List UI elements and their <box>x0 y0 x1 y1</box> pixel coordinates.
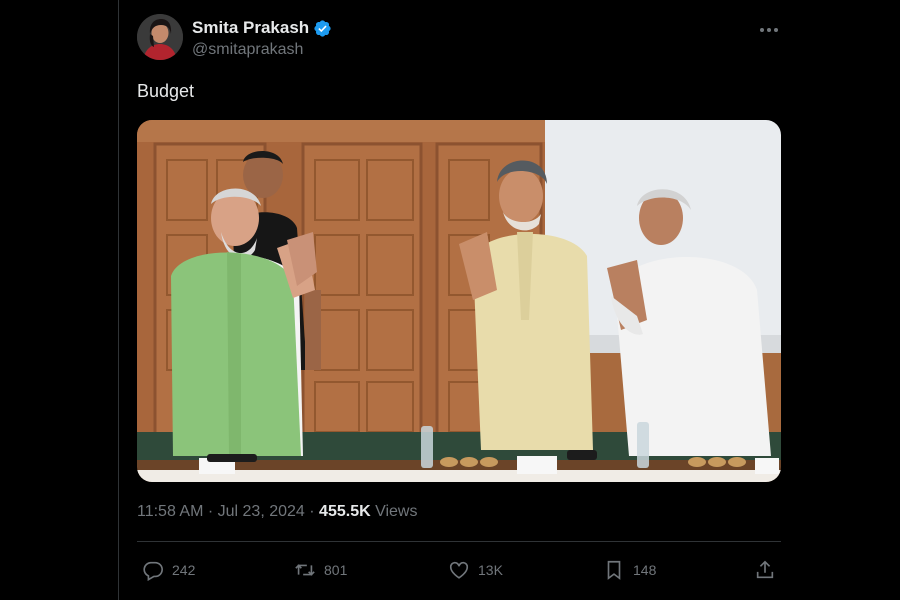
tweet-header: Smita Prakash @smitaprakash <box>137 14 781 64</box>
author-handle[interactable]: @smitaprakash <box>192 41 303 59</box>
avatar[interactable] <box>137 14 183 60</box>
repost-icon <box>295 564 315 576</box>
tweet-meta: 11:58 AM · Jul 23, 2024 · 455.5K Views <box>137 503 417 521</box>
more-options-button[interactable] <box>757 20 781 40</box>
tweet-timestamp[interactable]: 11:58 AM · Jul 23, 2024 <box>137 503 305 520</box>
like-count: 13K <box>478 562 503 578</box>
divider <box>137 541 781 542</box>
bookmark-count: 148 <box>633 562 657 578</box>
repost-count: 801 <box>324 562 348 578</box>
reply-button[interactable]: 242 <box>142 556 195 584</box>
heart-icon <box>449 561 469 579</box>
action-bar: 242 801 13K 148 <box>137 556 781 584</box>
repost-button[interactable]: 801 <box>294 556 347 584</box>
timeline-border <box>118 0 119 600</box>
views-count: 455.5K <box>319 503 371 520</box>
tweet-photo[interactable] <box>137 120 781 482</box>
reply-count: 242 <box>172 562 196 578</box>
like-button[interactable]: 13K <box>448 556 503 584</box>
bookmark-button[interactable]: 148 <box>603 556 656 584</box>
reply-icon <box>143 561 163 581</box>
tweet: Smita Prakash @smitaprakash Budget 11:58… <box>137 0 781 600</box>
author-name-row: Smita Prakash <box>192 18 332 38</box>
author-display-name[interactable]: Smita Prakash <box>192 18 309 38</box>
verified-badge-icon <box>314 19 331 37</box>
share-icon <box>756 560 774 579</box>
bookmark-icon <box>607 560 621 580</box>
share-button[interactable] <box>754 556 776 584</box>
more-horizontal-icon <box>760 28 764 32</box>
views-label: Views <box>375 503 418 520</box>
tweet-text: Budget <box>137 81 195 101</box>
meta-separator: · <box>309 503 315 520</box>
